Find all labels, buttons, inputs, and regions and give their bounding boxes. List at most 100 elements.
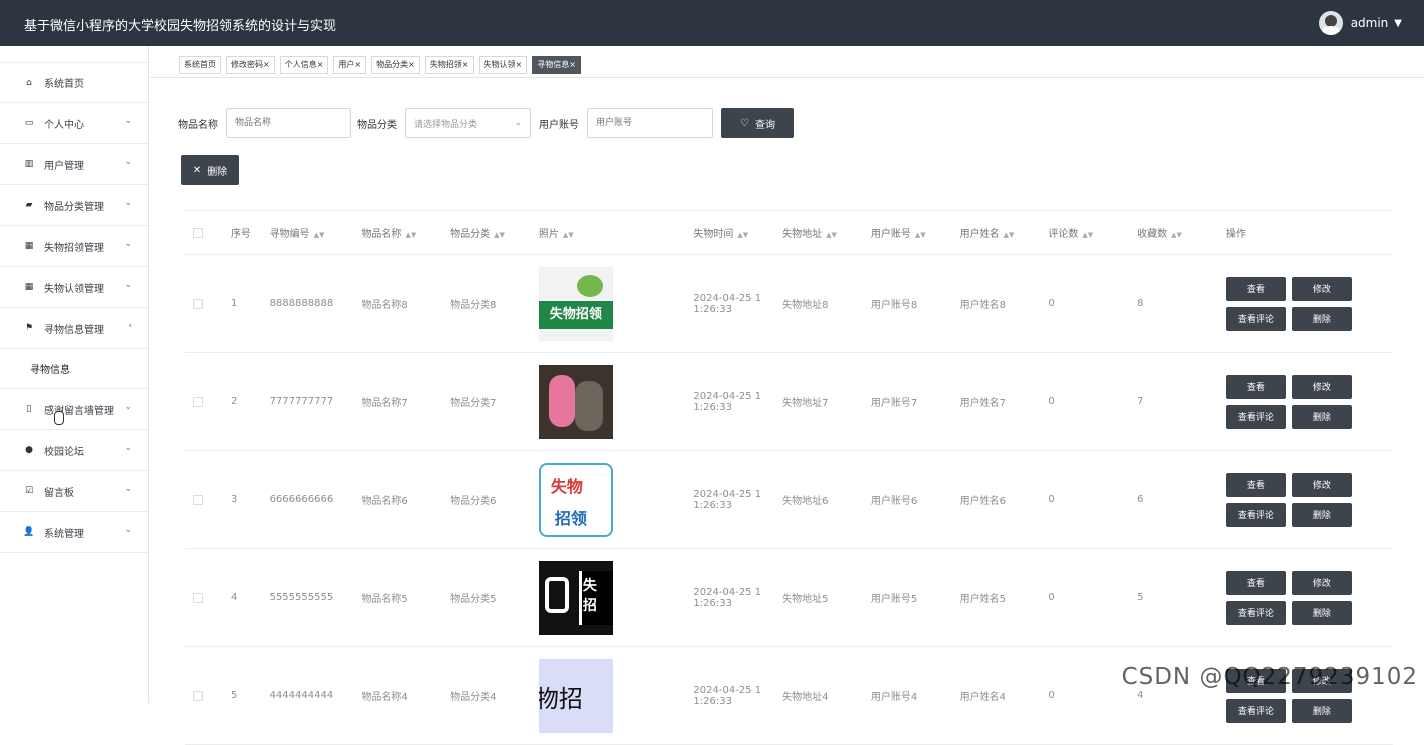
user-menu[interactable]: admin ▼ xyxy=(1318,11,1402,35)
table-row: 1 8888888888 物品名称8 物品分类8 失物招领 2024-04-25 1 1:… xyxy=(185,254,1393,353)
view-comments-button[interactable]: 查看评论 xyxy=(1225,698,1286,723)
row-check-cell[interactable] xyxy=(185,254,231,353)
cell-cat: 物品分类8 xyxy=(450,254,539,353)
view-comments-button[interactable]: 查看评论 xyxy=(1225,306,1286,331)
tab-7[interactable]: 寻物信息× xyxy=(532,56,581,74)
delete-row-button[interactable]: 删除 xyxy=(1291,404,1352,429)
row-check-cell[interactable] xyxy=(185,548,231,647)
actions-cell: 查看 修改 查看评论 删除 xyxy=(1225,352,1393,451)
col-header-3[interactable]: 物品分类 ▲▼ xyxy=(450,210,539,255)
sidebar-item-label: 物品分类管理 xyxy=(44,201,104,213)
col-header-5[interactable]: 失物时间 ▲▼ xyxy=(693,210,783,255)
delete-button[interactable]: ✕ 删除 xyxy=(181,155,239,185)
sort-icon[interactable]: ▲▼ xyxy=(1082,231,1093,239)
category-select[interactable]: 请选择物品分类 ⌄ xyxy=(405,108,531,138)
delete-row-button[interactable]: 删除 xyxy=(1291,306,1352,331)
row-checkbox[interactable] xyxy=(193,298,203,309)
select-all-cell[interactable] xyxy=(185,210,231,255)
view-button[interactable]: 查看 xyxy=(1225,374,1286,399)
sidebar-subitem-label: 寻物信息 xyxy=(30,365,70,376)
sort-icon[interactable]: ▲▼ xyxy=(915,231,926,239)
col-header-6[interactable]: 失物地址 ▲▼ xyxy=(782,210,871,255)
col-header-9[interactable]: 评论数 ▲▼ xyxy=(1048,210,1138,255)
item-photo: 失招 xyxy=(538,560,613,635)
cell-fav: 6 xyxy=(1137,450,1226,549)
row-check-cell[interactable] xyxy=(185,352,231,451)
edit-button[interactable]: 修改 xyxy=(1291,570,1352,595)
sidebar-item-0[interactable]: ⌂ 系统首页 xyxy=(0,62,148,103)
delete-row-button[interactable]: 删除 xyxy=(1291,698,1352,723)
col-header-2[interactable]: 物品名称 ▲▼ xyxy=(361,210,451,255)
cell-user: 用户姓名5 xyxy=(959,548,1049,647)
header-label: 收藏数 xyxy=(1137,229,1168,240)
chevron-icon: ⌄ xyxy=(124,239,132,249)
view-comments-button[interactable]: 查看评论 xyxy=(1225,502,1286,527)
view-button[interactable]: 查看 xyxy=(1225,570,1286,595)
view-button[interactable]: 查看 xyxy=(1225,472,1286,497)
chevron-down-icon: ⌄ xyxy=(514,118,522,128)
header-label: 照片 xyxy=(538,229,559,240)
tab-5[interactable]: 失物招领× xyxy=(424,56,474,74)
tab-4[interactable]: 物品分类× xyxy=(371,56,420,74)
action-buttons: 查看 修改 查看评论 删除 xyxy=(1225,374,1393,429)
col-header-1[interactable]: 寻物编号 ▲▼ xyxy=(269,210,362,255)
sort-icon[interactable]: ▲▼ xyxy=(405,231,416,239)
select-all-checkbox[interactable] xyxy=(193,227,203,238)
actions-cell: 查看 修改 查看评论 删除 xyxy=(1225,646,1393,745)
tab-2[interactable]: 个人信息× xyxy=(279,56,329,74)
sidebar-item-4[interactable]: ▦ 失物招领管理 ⌄ xyxy=(0,226,148,267)
edit-button[interactable]: 修改 xyxy=(1291,276,1352,301)
sort-icon[interactable]: ▲▼ xyxy=(314,231,325,239)
sort-icon[interactable]: ▲▼ xyxy=(494,231,505,239)
tab-1[interactable]: 修改密码× xyxy=(226,56,275,74)
sidebar-item-2[interactable]: ▥ 用户管理 ⌄ xyxy=(0,144,148,185)
sidebar-item-10[interactable]: ☑ 留言板 ⌄ xyxy=(0,471,148,512)
row-check-cell[interactable] xyxy=(185,450,231,549)
sidebar-item-9[interactable]: ● 校园论坛 ⌄ xyxy=(0,430,148,471)
sidebar-subitem-xunwu[interactable]: 寻物信息 xyxy=(0,349,148,389)
sidebar-item-11[interactable]: 👤 系统管理 ⌄ xyxy=(0,512,148,553)
row-checkbox[interactable] xyxy=(193,690,203,701)
col-header-10[interactable]: 收藏数 ▲▼ xyxy=(1137,210,1226,255)
header-label: 失物时间 xyxy=(693,229,734,240)
sidebar-item-6[interactable]: ⚑ 寻物信息管理 ‹ xyxy=(0,308,148,349)
sort-icon[interactable]: ▲▼ xyxy=(563,231,574,239)
tab-6[interactable]: 失物认领× xyxy=(478,56,528,74)
sort-icon[interactable]: ▲▼ xyxy=(826,231,837,239)
col-header-7[interactable]: 用户账号 ▲▼ xyxy=(870,210,960,255)
cell-code: 6666666666 xyxy=(269,450,362,549)
search-button[interactable]: ♡ 查询 xyxy=(721,108,794,138)
row-checkbox[interactable] xyxy=(193,592,203,603)
view-comments-button[interactable]: 查看评论 xyxy=(1225,404,1286,429)
cell-code: 7777777777 xyxy=(269,352,362,451)
tab-3[interactable]: 用户× xyxy=(333,56,367,74)
row-checkbox[interactable] xyxy=(193,396,203,407)
cell-no: 5 xyxy=(230,646,270,745)
search-label-name: 物品名称 xyxy=(178,119,218,131)
header-label: 失物地址 xyxy=(782,229,823,240)
sidebar-item-1[interactable]: ▭ 个人中心 ⌄ xyxy=(0,103,148,144)
sidebar-item-3[interactable]: ▰ 物品分类管理 ⌄ xyxy=(0,185,148,226)
sort-icon[interactable]: ▲▼ xyxy=(1171,231,1182,239)
row-check-cell[interactable] xyxy=(185,646,231,745)
tab-0[interactable]: 系统首页 xyxy=(179,56,221,74)
edit-button[interactable]: 修改 xyxy=(1291,472,1352,497)
row-checkbox[interactable] xyxy=(193,494,203,505)
view-button[interactable]: 查看 xyxy=(1225,276,1286,301)
col-header-4[interactable]: 照片 ▲▼ xyxy=(538,210,694,255)
view-comments-button[interactable]: 查看评论 xyxy=(1225,600,1286,625)
app-title: 基于微信小程序的大学校园失物招领系统的设计与实现 xyxy=(24,19,337,34)
search-input-account[interactable] xyxy=(587,108,713,138)
col-header-8[interactable]: 用户姓名 ▲▼ xyxy=(959,210,1049,255)
sort-icon[interactable]: ▲▼ xyxy=(737,231,748,239)
search-label-category: 物品分类 xyxy=(357,119,397,131)
item-photo: 失物招领 xyxy=(538,266,613,341)
delete-row-button[interactable]: 删除 xyxy=(1291,600,1352,625)
sidebar-item-8[interactable]: ▯ 感谢留言墙管理 ⌄ xyxy=(0,389,148,430)
sort-icon[interactable]: ▲▼ xyxy=(1004,231,1015,239)
edit-button[interactable]: 修改 xyxy=(1291,374,1352,399)
search-input-name[interactable] xyxy=(226,108,351,138)
sidebar-item-5[interactable]: ▦ 失物认领管理 ⌄ xyxy=(0,267,148,308)
action-buttons: 查看 修改 查看评论 删除 xyxy=(1225,472,1393,527)
delete-row-button[interactable]: 删除 xyxy=(1291,502,1352,527)
